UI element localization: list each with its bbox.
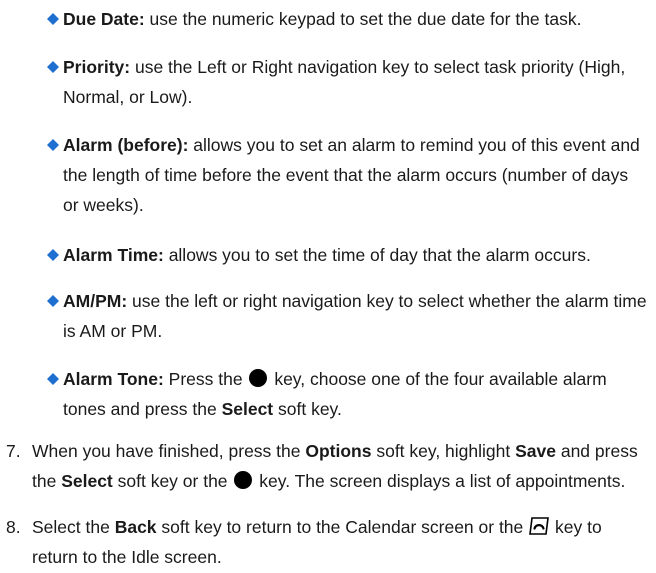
step-text: soft key or the: [112, 471, 233, 491]
diamond-bullet-icon: [47, 373, 59, 385]
diamond-bullet-icon: [47, 139, 59, 151]
select-softkey-label: Select: [221, 399, 274, 419]
bullet-alarm-time: Alarm Time: allows you to set the time o…: [47, 240, 647, 270]
save-option-label: Save: [515, 441, 556, 461]
bullet-label: Priority:: [63, 57, 131, 77]
bullet-text: allows you to set the time of day that t…: [163, 245, 591, 265]
end-key-icon: [528, 516, 550, 536]
bullet-label: AM/PM:: [63, 291, 128, 311]
bullet-due-date: Due Date: use the numeric keypad to set …: [47, 4, 647, 34]
step-8: 8. Select the Back soft key to return to …: [0, 512, 650, 572]
manual-page: Due Date: use the numeric keypad to set …: [0, 0, 656, 573]
step-number: 7.: [6, 441, 21, 461]
bullet-text: Press the: [163, 369, 248, 389]
back-softkey-label: Back: [114, 517, 157, 537]
step-text: soft key to return to the Calendar scree…: [156, 517, 529, 537]
diamond-bullet-icon: [47, 61, 59, 73]
select-softkey-label: Select: [61, 471, 113, 491]
bullet-text: use the numeric keypad to set the due da…: [144, 9, 582, 29]
bullet-label: Alarm Time:: [63, 245, 164, 265]
diamond-bullet-icon: [47, 13, 59, 25]
step-text: soft key, highlight: [371, 441, 516, 461]
select-key-icon: [232, 470, 254, 490]
bullet-label: Alarm Tone:: [63, 369, 164, 389]
diamond-bullet-icon: [47, 249, 59, 261]
bullet-alarm-before: Alarm (before): allows you to set an ala…: [47, 130, 647, 220]
step-text: key. The screen displays a list of appoi…: [254, 471, 626, 491]
bullet-text: use the left or right navigation key to …: [63, 291, 647, 341]
bullet-priority: Priority: use the Left or Right navigati…: [47, 52, 647, 112]
bullet-am-pm: AM/PM: use the left or right navigation …: [47, 286, 647, 346]
bullet-label: Alarm (before):: [63, 135, 189, 155]
select-key-icon: [247, 368, 269, 388]
step-number: 8.: [6, 517, 21, 537]
bullet-text: use the Left or Right navigation key to …: [63, 57, 626, 107]
bullet-text: soft key.: [273, 399, 342, 419]
step-text: Select the: [32, 517, 115, 537]
bullet-alarm-tone: Alarm Tone: Press the key, choose one of…: [47, 364, 647, 424]
options-softkey-label: Options: [305, 441, 372, 461]
diamond-bullet-icon: [47, 295, 59, 307]
bullet-label: Due Date:: [63, 9, 145, 29]
step-text: When you have finished, press the: [32, 441, 306, 461]
step-7: 7. When you have finished, press the Opti…: [0, 436, 650, 496]
